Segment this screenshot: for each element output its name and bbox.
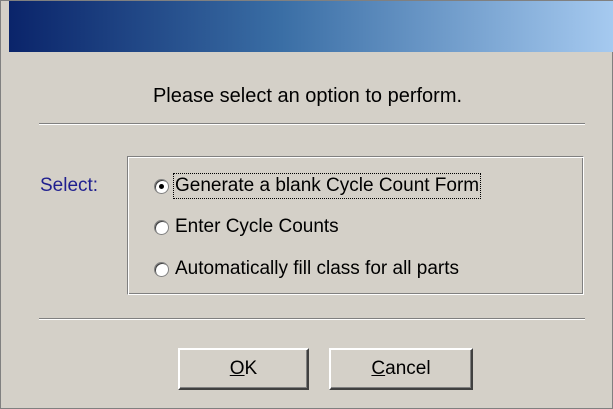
- prompt-text: Please select an option to perform.: [152, 85, 463, 107]
- option-enter-cycle-counts[interactable]: Enter Cycle Counts: [154, 214, 339, 240]
- option-label: Automatically fill class for all parts: [175, 258, 460, 279]
- radio-icon[interactable]: [154, 219, 169, 235]
- cancel-button[interactable]: Cancel: [329, 348, 473, 390]
- separator-top: [39, 123, 585, 125]
- option-auto-fill-class[interactable]: Automatically fill class for all parts: [154, 256, 459, 282]
- title-bar[interactable]: [9, 1, 613, 52]
- ok-label-rest: K: [244, 358, 258, 379]
- select-label: Select:: [40, 175, 99, 196]
- radio-icon[interactable]: [154, 261, 169, 277]
- dialog-window: Please select an option to perform. Sele…: [0, 0, 613, 409]
- option-generate-blank-form[interactable]: Generate a blank Cycle Count Form: [154, 173, 482, 199]
- option-label: Enter Cycle Counts: [175, 216, 339, 237]
- ok-button[interactable]: OK: [178, 348, 309, 390]
- radio-selected-icon[interactable]: [154, 178, 169, 194]
- option-label: Generate a blank Cycle Count Form: [172, 173, 482, 199]
- cancel-label-rest: ancel: [385, 358, 431, 379]
- ok-mnemonic: O: [229, 358, 245, 379]
- cancel-mnemonic: C: [371, 358, 386, 379]
- separator-bottom: [39, 318, 585, 320]
